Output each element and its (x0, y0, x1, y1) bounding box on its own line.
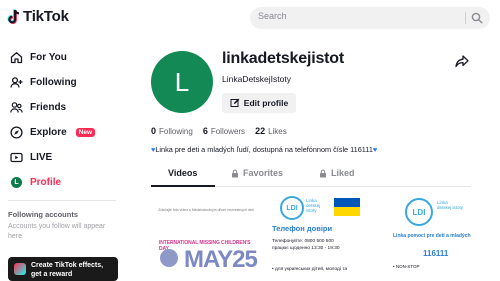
followers-count: 6 (202, 126, 208, 136)
sidebar-item-label: Following (30, 76, 77, 88)
video-thumbnail-3[interactable]: LDI Linka detskej istoty Linka pomoci pr… (381, 194, 490, 277)
bio-text: Linka pre deti a mladých ľudí, dostupná … (155, 145, 373, 154)
edit-icon (230, 98, 240, 107)
sidebar-item-label: LIVE (30, 151, 53, 163)
profile-avatar-mini: L (11, 176, 22, 188)
video-2-line: • для українських дітей, молоді та (272, 267, 348, 272)
share-icon[interactable] (455, 55, 469, 68)
active-tab-indicator (151, 185, 215, 187)
sidebar-divider (8, 200, 116, 201)
edit-profile-button[interactable]: Edit profile (222, 93, 296, 113)
following-accounts-title: Following accounts (8, 210, 79, 219)
blue-heart-icon: ♥ (372, 145, 378, 154)
lock-icon (232, 169, 238, 177)
effects-text: Create TikTok effects, get a reward (31, 262, 104, 278)
following-accounts-hint: Accounts you follow will appear here (8, 223, 106, 240)
sidebar-item-live[interactable]: LIVE (10, 148, 52, 166)
sidebar: For You Following Friends Explore New LI… (0, 36, 122, 281)
search-icon[interactable] (471, 12, 483, 24)
search-input[interactable]: Search (250, 7, 490, 29)
new-badge: New (75, 127, 96, 137)
ukraine-flag-icon (334, 198, 360, 216)
followers-stat[interactable]: 6 Followers (203, 126, 245, 136)
sidebar-item-label: For You (30, 51, 67, 63)
sidebar-item-following[interactable]: Following (10, 73, 77, 91)
tiktok-note-icon (7, 8, 20, 24)
followers-label: Followers (210, 127, 246, 136)
video-1-emblem-icon (160, 249, 178, 267)
likes-stat: 22 Likes (255, 126, 287, 136)
following-count: 0 (151, 126, 157, 136)
likes-count: 22 (255, 126, 266, 136)
sidebar-item-label: Friends (30, 101, 67, 113)
lock-icon (320, 169, 326, 177)
video-3-title: Linka pomoci pre deti a mladých (393, 233, 471, 239)
tab-label: Liked (331, 168, 355, 178)
sidebar-item-label: Profile (30, 176, 62, 188)
video-3-number: 116111 (423, 249, 449, 258)
ldi-logo-icon: LDI (280, 196, 304, 220)
video-3-line: • NON-STOP (393, 264, 420, 269)
brand-name: TikTok (23, 8, 69, 25)
sidebar-item-for-you[interactable]: For You (10, 48, 67, 66)
sidebar-item-profile[interactable]: L Profile (10, 173, 61, 191)
friends-icon (10, 101, 23, 114)
tiktok-logo[interactable]: TikTok (7, 8, 69, 25)
video-thumbnail-2[interactable]: LDI Linka detskej istoty Телефон довіри … (266, 194, 375, 277)
edit-profile-label: Edit profile (243, 98, 289, 108)
tab-videos[interactable]: Videos (168, 168, 197, 178)
ldi-label: Linka detskej istoty (437, 200, 464, 210)
video-1-headline: MAY25 (184, 246, 258, 273)
home-icon (10, 51, 23, 64)
profile-bio: ♥Linka pre deti a mladých ľudí, dostupná… (151, 145, 377, 154)
video-thumbnail-1[interactable]: Zdieľajte toto video s Medzinárodným dňo… (151, 194, 260, 277)
sidebar-item-explore[interactable]: Explore New (10, 123, 96, 141)
following-stat[interactable]: 0 Following (151, 126, 193, 136)
profile-icon: L (10, 176, 23, 189)
profile-nickname: LinkaDetskejIstoty (222, 74, 291, 84)
following-label: Following (159, 127, 193, 136)
top-bar: TikTok Search (0, 0, 500, 36)
tab-favorites[interactable]: Favorites (231, 168, 283, 178)
profile-tabs: Videos Favorites Liked (151, 168, 471, 184)
sidebar-item-friends[interactable]: Friends (10, 98, 66, 116)
create-effects-banner[interactable]: Create TikTok effects, get a reward (8, 257, 118, 281)
effects-icon (14, 263, 26, 275)
profile-avatar[interactable]: L (151, 51, 213, 113)
likes-label: Likes (268, 127, 287, 136)
video-2-line: працює щоденно 13:30 - 19:30 (272, 246, 340, 251)
tab-label: Favorites (243, 168, 284, 178)
ldi-logo-icon: LDI (405, 198, 433, 226)
video-1-small-text: Zdieľajte toto video s Medzinárodným dňo… (158, 208, 254, 212)
following-icon (10, 76, 23, 89)
live-icon (10, 151, 23, 164)
sidebar-item-label: Explore (30, 126, 67, 138)
search-divider (465, 12, 466, 24)
tab-label: Videos (168, 168, 198, 178)
video-2-line: Телефонуйте: 0800 500 500 (272, 239, 334, 244)
tab-liked[interactable]: Liked (319, 168, 355, 178)
ldi-label: Linka detskej istoty (306, 198, 321, 213)
video-2-title: Телефон довіри (272, 224, 333, 233)
profile-stats: 0 Following 6 Followers 22 Likes (151, 126, 287, 136)
compass-icon (10, 125, 23, 139)
search-placeholder: Search (258, 11, 287, 21)
profile-username: linkadetskejistot (222, 50, 344, 67)
